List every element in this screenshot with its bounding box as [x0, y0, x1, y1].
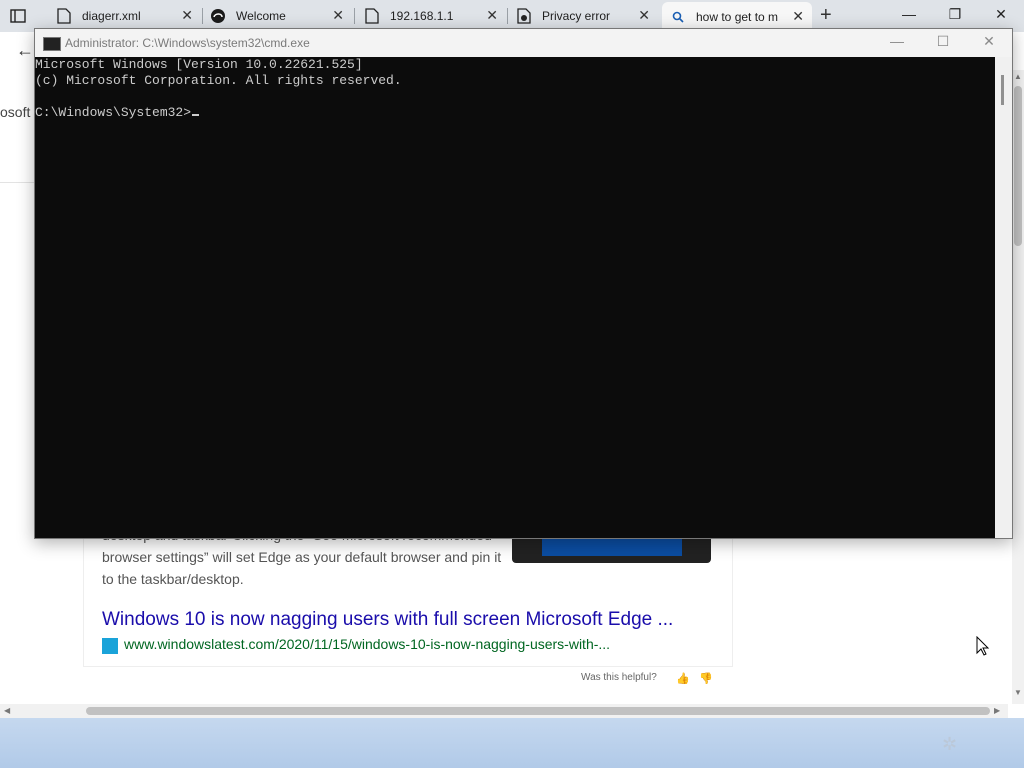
cmd-close-button[interactable]: ✕: [969, 33, 1009, 50]
tab-title: Welcome: [236, 9, 286, 23]
scroll-right-icon[interactable]: ▶: [994, 706, 1000, 715]
new-tab-button[interactable]: +: [820, 4, 832, 27]
cmd-cursor: [192, 114, 200, 116]
tab-welcome[interactable]: Welcome ✕: [210, 4, 352, 28]
tab-title: diagerr.xml: [82, 9, 141, 23]
close-icon[interactable]: ✕: [332, 7, 344, 24]
cmd-app-icon: [43, 37, 61, 51]
page-horizontal-scrollbar[interactable]: ◀ ▶: [0, 704, 1008, 718]
page-fragment-text: osoft: [0, 104, 31, 120]
thumbs-down-icon[interactable]: 👎: [699, 672, 713, 685]
divider: [0, 182, 34, 183]
scrollbar-thumb[interactable]: [86, 707, 990, 715]
cmd-console[interactable]: Microsoft Windows [Version 10.0.22621.52…: [35, 57, 995, 538]
document-icon: [364, 8, 380, 24]
minimize-button[interactable]: —: [886, 6, 932, 26]
cmd-prompt: C:\Windows\System32>: [35, 105, 192, 120]
close-button[interactable]: ✕: [978, 6, 1024, 26]
cmd-line-version: Microsoft Windows [Version 10.0.22621.52…: [35, 57, 363, 72]
result-url-link[interactable]: www.windowslatest.com/2020/11/15/windows…: [124, 636, 610, 652]
tab-actions-icon[interactable]: [10, 8, 26, 24]
tab-router-ip[interactable]: 192.168.1.1 ✕: [364, 4, 506, 28]
tab-privacy-error[interactable]: Privacy error ✕: [516, 4, 658, 28]
edge-icon: [210, 8, 226, 24]
cmd-window[interactable]: Administrator: C:\Windows\system32\cmd.e…: [34, 28, 1013, 539]
site-favicon-icon: [102, 638, 118, 654]
shield-error-icon: [516, 8, 532, 24]
scroll-left-icon[interactable]: ◀: [4, 706, 10, 715]
search-icon: [670, 9, 686, 25]
cmd-titlebar[interactable]: Administrator: C:\Windows\system32\cmd.e…: [35, 29, 1012, 57]
close-icon[interactable]: ✕: [792, 8, 804, 25]
cmd-vertical-scrollbar[interactable]: [995, 57, 1012, 538]
result-title-link[interactable]: Windows 10 is now nagging users with ful…: [102, 609, 673, 631]
close-icon[interactable]: ✕: [486, 7, 498, 24]
document-icon: [56, 8, 72, 24]
scrollbar-thumb[interactable]: [1014, 86, 1022, 246]
restore-button[interactable]: ❐: [932, 6, 978, 26]
cmd-maximize-button[interactable]: ☐: [923, 33, 963, 50]
scrollbar-thumb[interactable]: [1001, 75, 1004, 105]
scroll-down-icon[interactable]: ▼: [1014, 688, 1022, 697]
cmd-prompt-line[interactable]: C:\Windows\System32>: [35, 105, 995, 121]
tab-title: how to get to m: [696, 10, 779, 24]
tab-separator: [354, 8, 355, 24]
tab-title: 192.168.1.1: [390, 9, 454, 23]
thumbs-up-icon[interactable]: 👍: [676, 672, 690, 685]
back-arrow-icon[interactable]: ←: [16, 40, 34, 61]
cmd-line-copyright: (c) Microsoft Corporation. All rights re…: [35, 73, 402, 88]
taskbar: [0, 718, 1024, 768]
tab-separator: [507, 8, 508, 24]
helpful-label: Was this helpful?: [581, 672, 657, 683]
scroll-up-icon[interactable]: ▲: [1014, 72, 1022, 81]
cmd-title: Administrator: C:\Windows\system32\cmd.e…: [65, 36, 310, 50]
close-icon[interactable]: ✕: [181, 7, 193, 24]
accessibility-icon[interactable]: ✲: [942, 734, 957, 755]
tab-title: Privacy error: [542, 9, 611, 23]
close-icon[interactable]: ✕: [638, 7, 650, 24]
tab-diagerr[interactable]: diagerr.xml ✕: [56, 4, 201, 28]
mouse-pointer-icon: [976, 635, 990, 661]
tab-separator: [202, 8, 203, 24]
cmd-minimize-button[interactable]: —: [877, 33, 917, 49]
cmd-blank-line: [35, 89, 995, 105]
page-vertical-scrollbar[interactable]: ▲ ▼: [1012, 70, 1024, 704]
